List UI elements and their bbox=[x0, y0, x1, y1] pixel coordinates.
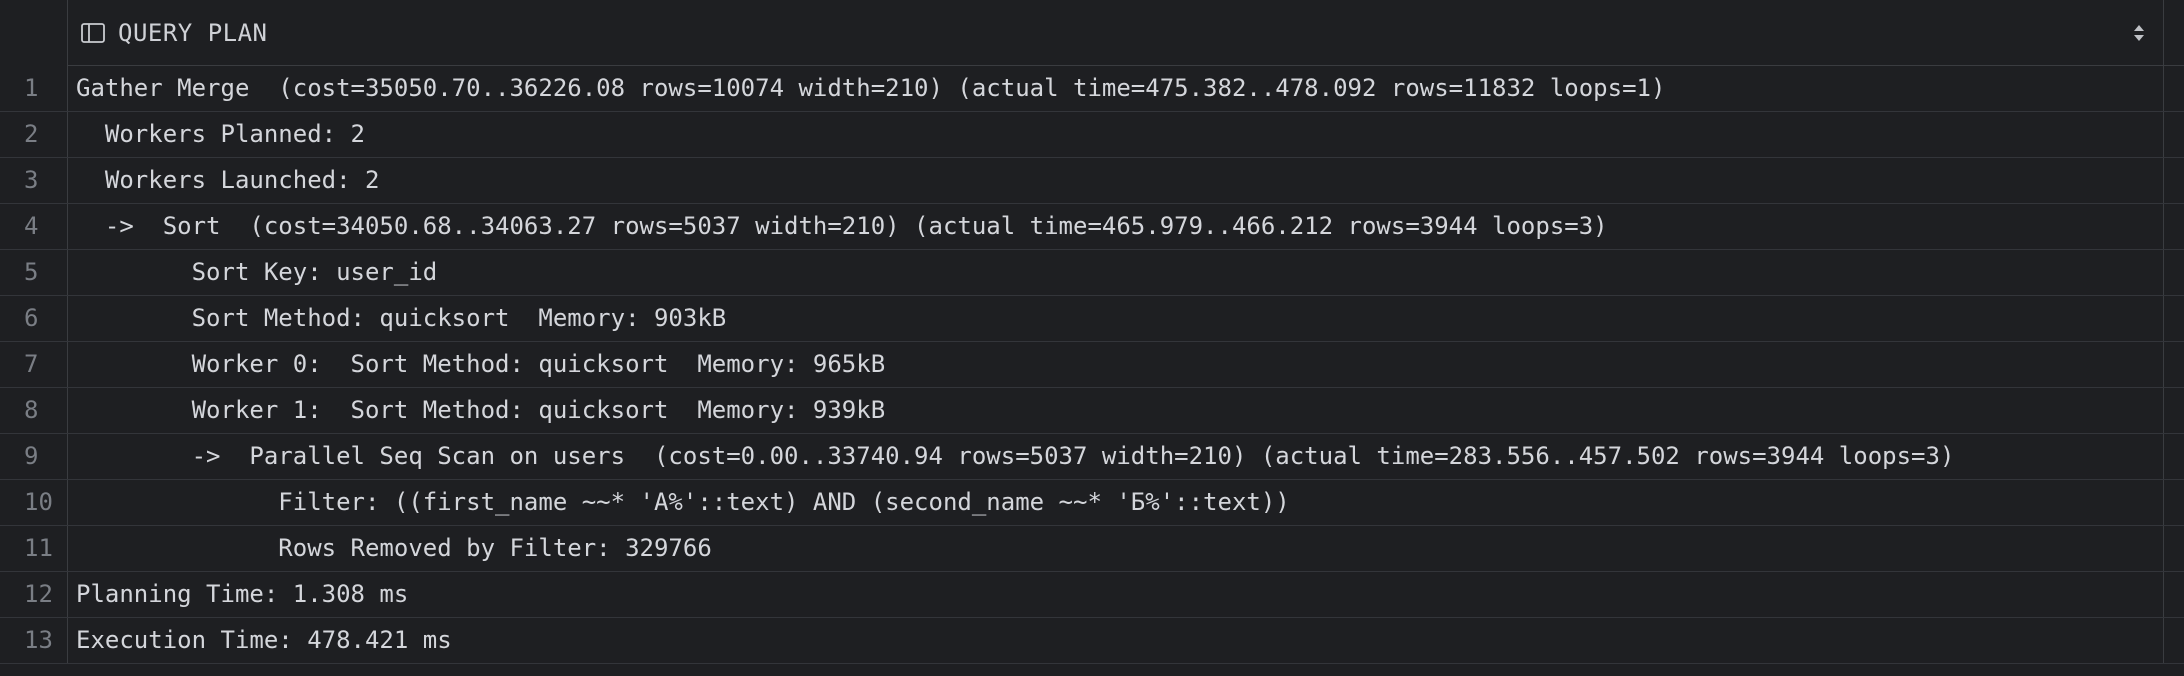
query-plan-cell[interactable]: -> Parallel Seq Scan on users (cost=0.00… bbox=[68, 434, 2164, 479]
sort-arrows-icon[interactable] bbox=[2129, 18, 2149, 48]
query-plan-cell[interactable]: Planning Time: 1.308 ms bbox=[68, 572, 2164, 617]
column-title: QUERY PLAN bbox=[118, 19, 268, 47]
row-number[interactable]: 3 bbox=[0, 158, 68, 203]
table-row[interactable]: 9 -> Parallel Seq Scan on users (cost=0.… bbox=[0, 434, 2184, 480]
row-number[interactable]: 11 bbox=[0, 526, 68, 571]
column-header-query-plan[interactable]: QUERY PLAN bbox=[68, 0, 2164, 66]
query-plan-cell[interactable]: Workers Planned: 2 bbox=[68, 112, 2164, 157]
query-plan-cell[interactable]: Gather Merge (cost=35050.70..36226.08 ro… bbox=[68, 66, 2164, 111]
table-row[interactable]: 13 Execution Time: 478.421 ms bbox=[0, 618, 2184, 664]
grid-bottom-spacer bbox=[0, 664, 2184, 676]
query-plan-cell[interactable]: Workers Launched: 2 bbox=[68, 158, 2164, 203]
table-row[interactable]: 11 Rows Removed by Filter: 329766 bbox=[0, 526, 2184, 572]
row-number[interactable]: 12 bbox=[0, 572, 68, 617]
query-plan-cell[interactable]: Sort Key: user_id bbox=[68, 250, 2164, 295]
row-number[interactable]: 2 bbox=[0, 112, 68, 157]
row-number[interactable]: 9 bbox=[0, 434, 68, 479]
result-rows: 1 Gather Merge (cost=35050.70..36226.08 r… bbox=[0, 66, 2184, 664]
row-number[interactable]: 8 bbox=[0, 388, 68, 433]
row-number[interactable]: 13 bbox=[0, 618, 68, 663]
table-layout-icon bbox=[80, 20, 106, 46]
table-row[interactable]: 2 Workers Planned: 2 bbox=[0, 112, 2184, 158]
query-plan-cell[interactable]: Rows Removed by Filter: 329766 bbox=[68, 526, 2164, 571]
query-plan-cell[interactable]: Worker 1: Sort Method: quicksort Memory:… bbox=[68, 388, 2164, 433]
table-row[interactable]: 10 Filter: ((first_name ~~* 'А%'::text) … bbox=[0, 480, 2184, 526]
row-number-header[interactable] bbox=[0, 0, 68, 66]
query-plan-cell[interactable]: Worker 0: Sort Method: quicksort Memory:… bbox=[68, 342, 2164, 387]
query-plan-cell[interactable]: Filter: ((first_name ~~* 'А%'::text) AND… bbox=[68, 480, 2164, 525]
row-number[interactable]: 10 bbox=[0, 480, 68, 525]
table-row[interactable]: 3 Workers Launched: 2 bbox=[0, 158, 2184, 204]
table-row[interactable]: 8 Worker 1: Sort Method: quicksort Memor… bbox=[0, 388, 2184, 434]
query-plan-cell[interactable]: Execution Time: 478.421 ms bbox=[68, 618, 2164, 663]
row-number[interactable]: 1 bbox=[0, 66, 68, 111]
table-row[interactable]: 5 Sort Key: user_id bbox=[0, 250, 2184, 296]
row-number[interactable]: 6 bbox=[0, 296, 68, 341]
row-number[interactable]: 5 bbox=[0, 250, 68, 295]
query-plan-cell[interactable]: Sort Method: quicksort Memory: 903kB bbox=[68, 296, 2164, 341]
table-row[interactable]: 7 Worker 0: Sort Method: quicksort Memor… bbox=[0, 342, 2184, 388]
table-row[interactable]: 4 -> Sort (cost=34050.68..34063.27 rows=… bbox=[0, 204, 2184, 250]
query-plan-cell[interactable]: -> Sort (cost=34050.68..34063.27 rows=50… bbox=[68, 204, 2164, 249]
grid-header: QUERY PLAN bbox=[0, 0, 2184, 66]
query-result-grid: QUERY PLAN 1 Gather Merge (cost=35050.70.… bbox=[0, 0, 2184, 676]
table-row[interactable]: 12 Planning Time: 1.308 ms bbox=[0, 572, 2184, 618]
row-number[interactable]: 7 bbox=[0, 342, 68, 387]
row-number[interactable]: 4 bbox=[0, 204, 68, 249]
table-row[interactable]: 6 Sort Method: quicksort Memory: 903kB bbox=[0, 296, 2184, 342]
table-row[interactable]: 1 Gather Merge (cost=35050.70..36226.08 r… bbox=[0, 66, 2184, 112]
